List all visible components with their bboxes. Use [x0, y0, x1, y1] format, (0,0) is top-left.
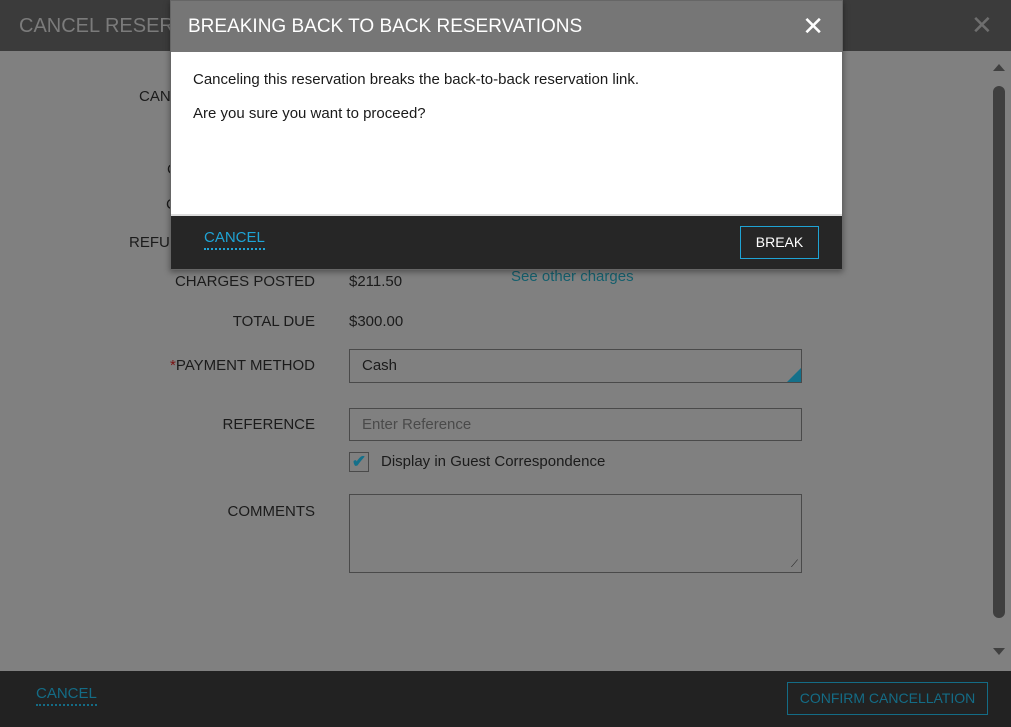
- display-checkbox-label: Display in Guest Correspondence: [381, 453, 606, 470]
- payment-method-label-text: PAYMENT METHOD: [175, 357, 315, 374]
- modal-body: Canceling this reservation breaks the ba…: [171, 52, 842, 216]
- reference-label: REFERENCE: [222, 416, 315, 433]
- modal-cancel-button[interactable]: CANCEL: [204, 229, 265, 250]
- display-checkbox[interactable]: ✔: [349, 452, 369, 472]
- payment-method-label: *PAYMENT METHOD: [15, 357, 315, 374]
- field-label: REFU: [129, 234, 170, 251]
- cancel-button[interactable]: CANCEL: [36, 685, 97, 706]
- reference-input[interactable]: Enter Reference: [349, 408, 802, 441]
- modal-title: BREAKING BACK TO BACK RESERVATIONS: [188, 16, 583, 37]
- charges-posted-value: $211.50: [349, 273, 403, 290]
- modal-header: BREAKING BACK TO BACK RESERVATIONS ✕: [171, 1, 842, 52]
- comments-textarea[interactable]: ⟋: [349, 494, 802, 573]
- comments-label: COMMENTS: [227, 503, 316, 520]
- modal-message: Canceling this reservation breaks the ba…: [193, 71, 640, 88]
- total-due-label: TOTAL DUE: [232, 313, 315, 330]
- dialog-footer: CANCEL CONFIRM CANCELLATION: [0, 671, 1011, 727]
- charges-posted-label: CHARGES POSTED: [174, 273, 315, 290]
- payment-method-select[interactable]: Cash: [349, 349, 802, 383]
- break-b2b-modal: BREAKING BACK TO BACK RESERVATIONS ✕ Can…: [170, 0, 843, 270]
- payment-method-value: Cash: [362, 357, 398, 374]
- break-button[interactable]: BREAK: [740, 226, 819, 259]
- scrollbar[interactable]: [993, 60, 1005, 660]
- modal-footer: CANCEL BREAK: [171, 216, 842, 269]
- dropdown-icon: [787, 368, 801, 382]
- total-due-value: $300.00: [349, 313, 404, 330]
- scroll-down-icon[interactable]: [993, 648, 1005, 655]
- close-icon[interactable]: ✕: [971, 12, 993, 38]
- scroll-up-icon[interactable]: [993, 64, 1005, 71]
- resize-grip-icon[interactable]: ⟋: [791, 559, 798, 570]
- see-other-charges-link[interactable]: See other charges: [511, 268, 634, 285]
- field-label: CAN: [139, 88, 171, 105]
- close-icon[interactable]: ✕: [802, 13, 824, 39]
- confirm-cancellation-button[interactable]: CONFIRM CANCELLATION: [787, 682, 988, 715]
- scrollbar-thumb[interactable]: [993, 86, 1005, 618]
- modal-question: Are you sure you want to proceed?: [193, 105, 426, 122]
